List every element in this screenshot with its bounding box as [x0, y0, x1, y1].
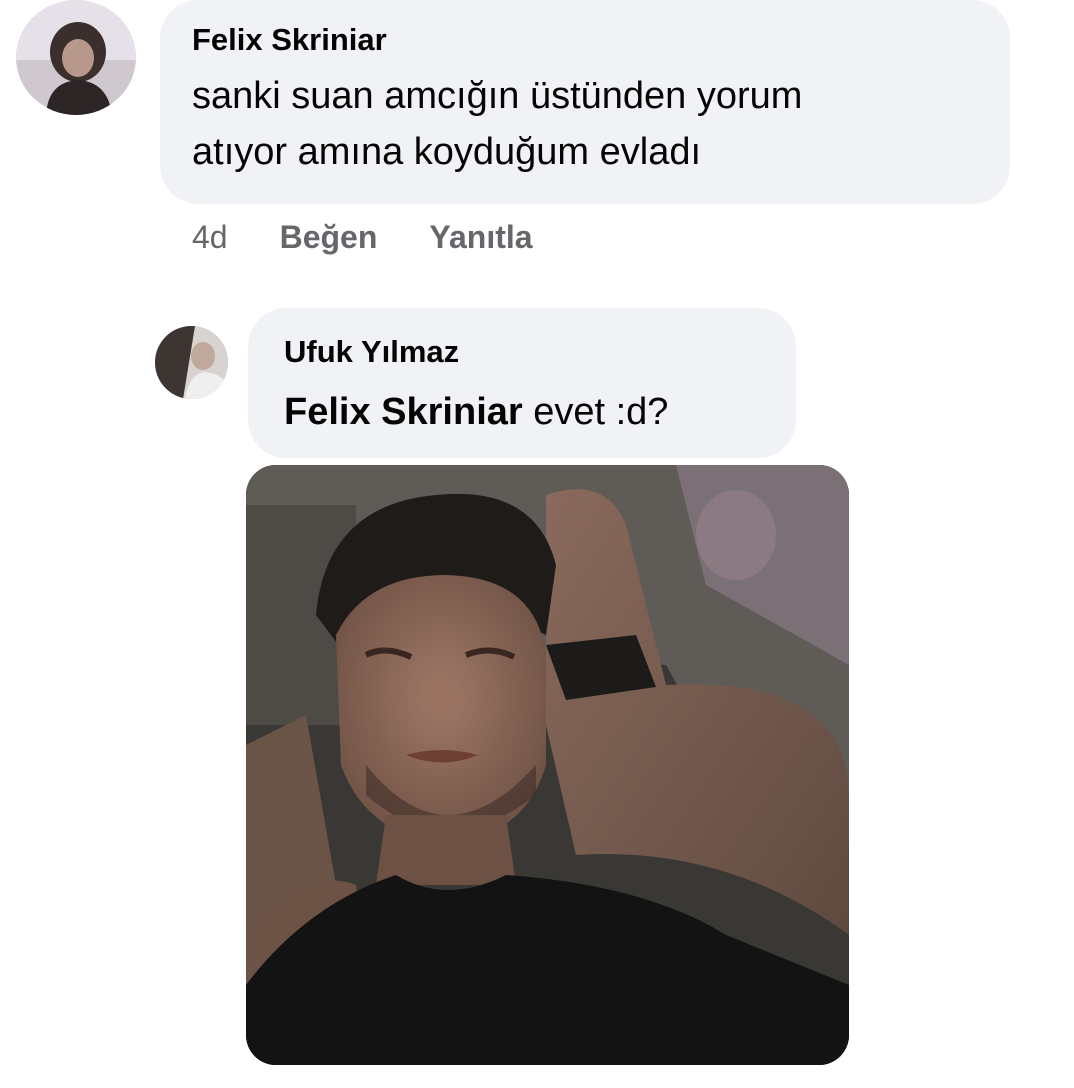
avatar-ufuk-yilmaz[interactable]	[155, 326, 228, 399]
reply-bubble: Ufuk Yılmaz Felix Skriniar evet :d?	[248, 308, 796, 458]
avatar-photo	[16, 0, 136, 115]
comment-bubble: Felix Skriniar sanki suan amcığın üstünd…	[160, 0, 1010, 204]
reply-attached-photo[interactable]	[246, 465, 849, 1065]
comment-actions: 4d Beğen Yanıtla	[192, 216, 533, 258]
selfie-photo	[246, 465, 849, 1065]
mention-felix-skriniar[interactable]: Felix Skriniar	[284, 391, 523, 433]
reply-button[interactable]: Yanıtla	[429, 219, 532, 256]
avatar-felix-skriniar[interactable]	[16, 0, 136, 115]
comment-text-line-2: atıyor amına koyduğum evladı	[192, 131, 702, 173]
avatar-photo	[155, 326, 228, 399]
reply-text: Felix Skriniar evet :d?	[284, 384, 796, 440]
comment-text-line-1: sanki suan amcığın üstünden yorum	[192, 75, 803, 117]
like-button[interactable]: Beğen	[280, 219, 378, 256]
comment-author[interactable]: Felix Skriniar	[192, 22, 1010, 58]
reply-message: evet :d?	[522, 391, 669, 433]
comment-timestamp[interactable]: 4d	[192, 219, 228, 256]
reply-author[interactable]: Ufuk Yılmaz	[284, 334, 796, 370]
